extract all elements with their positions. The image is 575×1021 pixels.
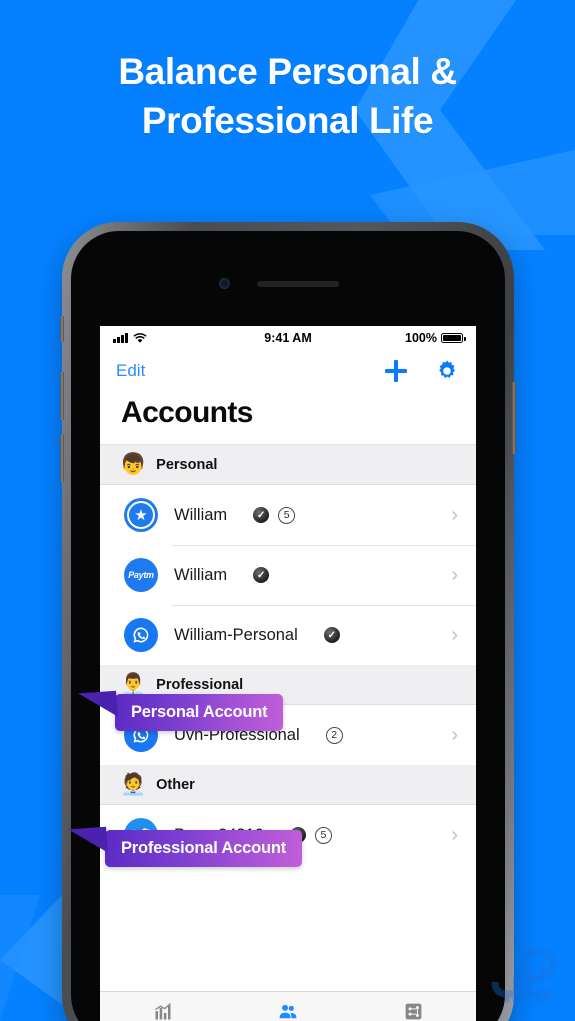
nodes-grid-icon bbox=[403, 1000, 424, 1021]
section-label: Professional bbox=[156, 676, 244, 693]
verified-badge-icon bbox=[323, 627, 340, 643]
callout-professional-account: Professional Account bbox=[68, 826, 303, 867]
wifi-icon bbox=[132, 332, 147, 343]
count-badge: 5 bbox=[278, 506, 296, 524]
front-camera-icon bbox=[219, 278, 230, 289]
account-row[interactable]: William-Personal › bbox=[100, 605, 476, 665]
status-right: 100% bbox=[405, 331, 466, 345]
chevron-right-icon: › bbox=[451, 724, 458, 746]
boy-emoji: 👦 bbox=[120, 453, 147, 476]
whatsapp-icon bbox=[124, 618, 158, 652]
gear-icon[interactable] bbox=[434, 358, 460, 384]
battery-full-icon bbox=[441, 333, 466, 343]
earpiece-speaker bbox=[257, 281, 339, 287]
question-person-emoji: 🧑‍💼 bbox=[120, 773, 147, 796]
page-title: Accounts bbox=[100, 392, 476, 445]
status-left bbox=[113, 332, 147, 344]
callout-tail bbox=[78, 690, 118, 720]
plus-icon[interactable] bbox=[384, 359, 408, 383]
verified-badge-icon bbox=[253, 507, 270, 523]
section-header-personal: 👦 Personal bbox=[100, 445, 476, 485]
tab-bar: DashboardAccountsUtilities bbox=[100, 991, 476, 1021]
account-row[interactable]: ★ William 5 › bbox=[100, 485, 476, 545]
people-icon bbox=[276, 1000, 300, 1021]
headline-line-1: Balance Personal & bbox=[118, 51, 457, 92]
chevron-right-icon: › bbox=[451, 624, 458, 646]
star-circle-icon: ★ bbox=[124, 498, 158, 532]
silent-switch[interactable] bbox=[60, 316, 64, 342]
watermark-logo-icon bbox=[491, 947, 557, 1003]
volume-up-button[interactable] bbox=[60, 372, 64, 420]
section-label: Other bbox=[156, 776, 195, 793]
tab-utilities[interactable]: Utilities bbox=[351, 1000, 476, 1021]
account-badges bbox=[323, 627, 340, 643]
volume-down-button[interactable] bbox=[60, 434, 64, 482]
phone-mockup: 9:41 AM 100% Edit Accounts 👦 Personal ★ … bbox=[60, 222, 516, 1021]
callout-personal-account: Personal Account bbox=[78, 690, 284, 731]
tab-accounts[interactable]: Accounts bbox=[225, 1000, 350, 1021]
signal-bars-icon bbox=[113, 333, 128, 343]
section-header-other: 🧑‍💼 Other bbox=[100, 765, 476, 805]
nav-actions bbox=[384, 358, 460, 384]
power-button[interactable] bbox=[512, 382, 516, 454]
edit-button[interactable]: Edit bbox=[116, 361, 145, 381]
section-label: Personal bbox=[156, 456, 218, 473]
account-name: William bbox=[174, 505, 228, 524]
callout-label: Professional Account bbox=[121, 839, 287, 857]
callout-label: Personal Account bbox=[131, 703, 268, 721]
account-name: William-Personal bbox=[174, 625, 298, 644]
bar-chart-icon bbox=[152, 1000, 174, 1021]
verified-badge-icon bbox=[253, 567, 270, 583]
battery-percent-label: 100% bbox=[405, 331, 437, 345]
count-badge: 2 bbox=[325, 726, 343, 744]
headline-line-2: Professional Life bbox=[141, 100, 434, 142]
phone-screen: 9:41 AM 100% Edit Accounts 👦 Personal ★ … bbox=[100, 326, 476, 1021]
account-badges: 2 bbox=[325, 726, 343, 744]
headline: Balance Personal & Professional Life bbox=[0, 47, 575, 145]
nav-bar: Edit bbox=[100, 350, 476, 392]
callout-tail bbox=[68, 826, 108, 856]
status-bar: 9:41 AM 100% bbox=[100, 326, 476, 350]
phone-bezel: 9:41 AM 100% Edit Accounts 👦 Personal ★ … bbox=[71, 231, 505, 1021]
chevron-right-icon: › bbox=[451, 504, 458, 526]
tab-dashboard[interactable]: Dashboard bbox=[100, 1000, 225, 1021]
account-badges: 5 bbox=[253, 506, 296, 524]
count-badge: 5 bbox=[314, 826, 332, 844]
account-name: William bbox=[174, 565, 228, 584]
account-row[interactable]: Paytm William › bbox=[100, 545, 476, 605]
arabic-brand-watermark bbox=[491, 947, 569, 1009]
paytm-logo-icon: Paytm bbox=[124, 558, 158, 592]
account-badges bbox=[253, 567, 270, 583]
accounts-list: 👦Personal★William5›PaytmWilliam›William-… bbox=[100, 445, 476, 865]
chevron-right-icon: › bbox=[451, 564, 458, 586]
office-worker-emoji: 👨‍💼 bbox=[120, 673, 147, 696]
chevron-right-icon: › bbox=[451, 824, 458, 846]
